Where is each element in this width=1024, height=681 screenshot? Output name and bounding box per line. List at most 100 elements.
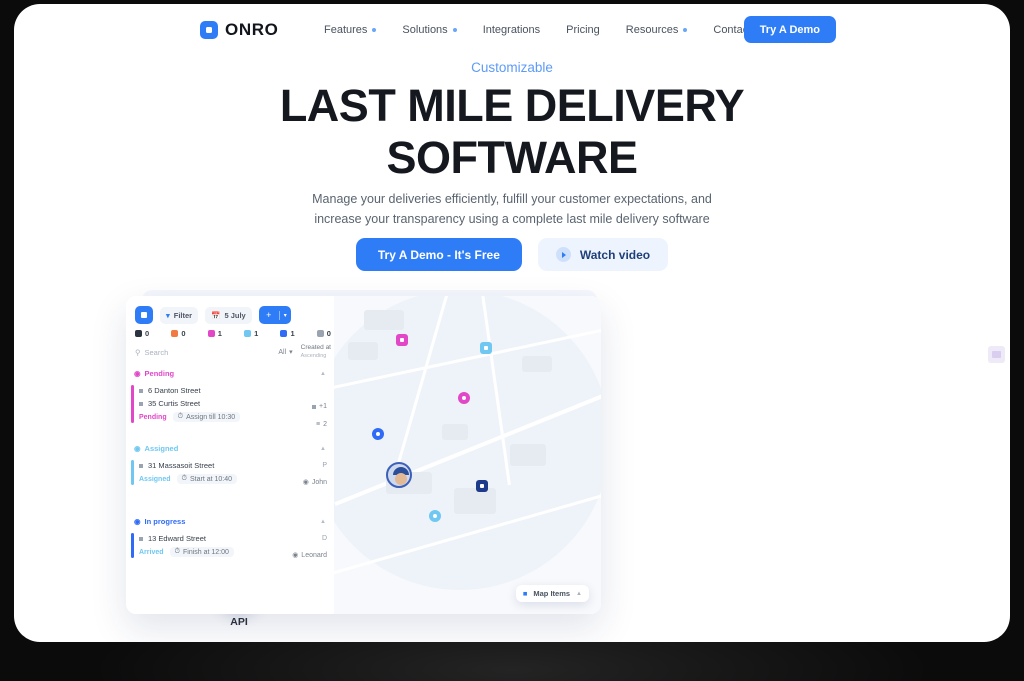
status-bar	[131, 460, 134, 485]
filter-label: Filter	[173, 310, 193, 320]
group-header[interactable]: ◉ Pending ▲	[126, 366, 334, 381]
add-order-button[interactable]: + ▾	[258, 306, 291, 324]
main-nav: Features Solutions Integrations Pricing …	[324, 24, 768, 36]
filter-select[interactable]: All ▾	[278, 348, 292, 357]
chevron-down-icon	[452, 28, 457, 32]
filter-button[interactable]: ▾ Filter	[160, 306, 199, 324]
hero-subtitle-line1: Manage your deliveries efficiently, fulf…	[312, 192, 712, 206]
chevron-down-icon	[683, 28, 688, 32]
logo-text: ONRO	[225, 20, 279, 39]
nav-item-integrations[interactable]: Integrations	[483, 24, 540, 36]
assigned-icon: ◉	[134, 444, 141, 453]
group-header[interactable]: ◉ In progress ▲	[126, 514, 334, 529]
map-pin[interactable]	[458, 392, 470, 404]
dashboard-toolbar: ▾ Filter 📅 5 July + ▾ 0 0 1 1 1 0 ⚲ Sear…	[126, 296, 334, 362]
collapse-icon[interactable]: ▲	[320, 446, 326, 452]
status-counter[interactable]: 0	[316, 329, 331, 338]
search-row: ⚲ Search All ▾ Created at Ascending	[135, 344, 331, 360]
order-meta: Pending ⏱ Assign till 10:30 ≡ 2	[139, 412, 327, 428]
status-bar	[131, 385, 134, 423]
map-pin[interactable]	[476, 480, 488, 492]
order-group-in-progress: ◉ In progress ▲ 13 Edward Street D Arriv…	[126, 514, 334, 566]
status-counter[interactable]: 0	[135, 329, 149, 338]
avatar: ◉	[292, 552, 299, 559]
map-items-label: Map Items	[533, 589, 571, 598]
sort-control[interactable]: Created at Ascending	[301, 344, 331, 360]
group-title: Assigned	[144, 444, 179, 453]
date-label: 5 July	[224, 310, 246, 320]
order-group-assigned: ◉ Assigned ▲ 31 Massasoit Street P Assig…	[126, 441, 334, 493]
status-counter[interactable]: 0	[171, 329, 186, 338]
try-a-demo-free-button[interactable]: Try A Demo - It's Free	[355, 238, 522, 271]
nav-item-solutions[interactable]: Solutions	[402, 24, 457, 36]
map-canvas[interactable]: ■ Map Items ▲	[334, 296, 601, 614]
pending-icon: ◉	[134, 369, 141, 378]
search-input[interactable]: ⚲ Search	[135, 348, 168, 357]
page-root: ONRO Features Solutions Integrations Pri…	[0, 0, 1024, 681]
nav-label: Solutions	[402, 24, 448, 36]
clock-icon: ⏱	[174, 548, 180, 555]
map-items-button[interactable]: ■ Map Items ▲	[515, 585, 589, 602]
order-extra-count: +1	[312, 403, 327, 410]
order-meta: Assigned ⏱ Start at 10:40 ◉ John	[139, 474, 327, 487]
courier-marker-avatar[interactable]	[386, 462, 412, 488]
filter-icon: ▾	[166, 310, 170, 320]
map-block	[442, 424, 468, 440]
order-address: 6 Danton Street	[139, 386, 326, 395]
status-counter[interactable]: 1	[207, 329, 222, 338]
map-pin[interactable]	[396, 334, 408, 346]
order-count: ≡ 2	[316, 421, 327, 428]
collapse-icon[interactable]: ▲	[320, 371, 326, 377]
avatar: ◉	[302, 479, 309, 486]
collapse-icon[interactable]: ▲	[320, 519, 326, 525]
logo-mark-icon	[200, 21, 218, 39]
map-block	[348, 342, 378, 360]
map-block	[364, 310, 404, 330]
watch-video-button[interactable]: Watch video	[537, 238, 669, 271]
list-icon: ≡	[316, 421, 321, 428]
order-address: 35 Curtis Street +1	[139, 399, 327, 410]
header-try-a-demo-button[interactable]: Try A Demo	[743, 16, 836, 43]
order-card[interactable]: 6 Danton Street 35 Curtis Street +1 Pend…	[126, 381, 334, 428]
status-badge: Pending	[139, 413, 167, 421]
status-counter[interactable]: 1	[280, 329, 295, 338]
app-square-icon[interactable]	[135, 306, 153, 324]
time-pill: ⏱ Start at 10:40	[176, 474, 238, 484]
order-type-tag: P	[322, 462, 327, 469]
map-pin[interactable]	[480, 342, 492, 354]
layers-icon: ■	[522, 589, 528, 598]
time-pill: ⏱ Assign till 10:30	[172, 412, 241, 422]
hero-title-line1: LAST MILE DELIVERY	[279, 80, 745, 131]
chevron-down-icon: ▾	[283, 312, 287, 319]
hero-visual: 📱 Customer App 📊 CSV 🛍 Websites 🛒 Market…	[14, 290, 1010, 642]
group-header[interactable]: ◉ Assigned ▲	[126, 441, 334, 456]
nav-item-resources[interactable]: Resources	[626, 24, 688, 36]
nav-label: Integrations	[482, 24, 541, 36]
map-pin[interactable]	[372, 428, 384, 440]
nav-item-features[interactable]: Features	[324, 24, 377, 36]
in-progress-icon: ◉	[134, 517, 141, 526]
order-assignee: ◉ John	[302, 478, 327, 487]
order-address: 31 Massasoit Street P	[139, 461, 327, 470]
nav-label: Resources	[625, 24, 679, 36]
logo[interactable]: ONRO	[200, 20, 278, 40]
map-pin[interactable]	[429, 510, 441, 522]
order-card[interactable]: 31 Massasoit Street P Assigned ⏱ Start at…	[126, 456, 334, 490]
chevron-down-icon	[372, 28, 377, 32]
order-group-pending: ◉ Pending ▲ 6 Danton Street 35 Curtis St…	[126, 366, 334, 428]
group-title: Pending	[144, 369, 175, 378]
hero-kicker: Customizable	[471, 60, 553, 75]
hero-subtitle: Manage your deliveries efficiently, fulf…	[14, 189, 1010, 229]
nav-item-pricing[interactable]: Pricing	[566, 24, 600, 36]
chevron-up-icon: ▲	[576, 590, 582, 597]
clock-icon: ⏱	[177, 413, 184, 420]
order-card[interactable]: 13 Edward Street D Arrived ⏱ Finish at 12…	[126, 529, 334, 563]
dashboard-mockup: ▾ Filter 📅 5 July + ▾ 0 0 1 1 1 0 ⚲ Sear…	[126, 296, 601, 614]
date-button[interactable]: 📅 5 July	[205, 306, 252, 324]
play-icon	[555, 247, 571, 262]
order-meta: Arrived ⏱ Finish at 12:00 ◉ Leonard	[139, 547, 327, 559]
hero-subtitle-line2: increase your transparency using a compl…	[314, 212, 710, 226]
status-counter[interactable]: 1	[244, 329, 258, 338]
nav-label: Features	[324, 24, 368, 36]
map-block	[522, 356, 552, 372]
